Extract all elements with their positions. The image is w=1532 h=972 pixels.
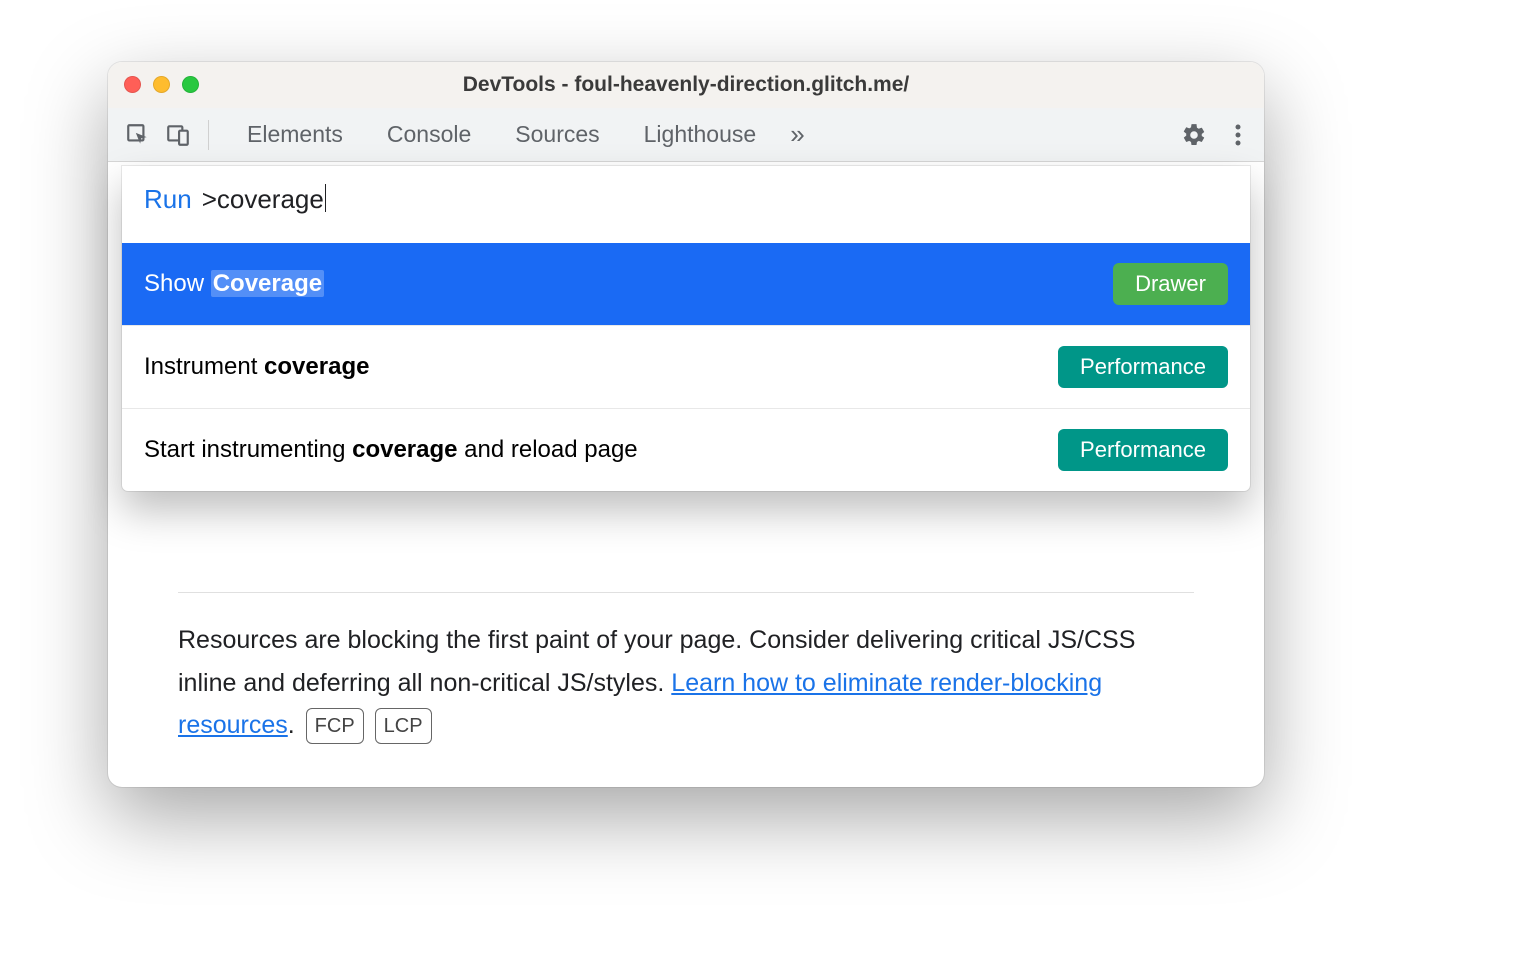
tab-sources[interactable]: Sources: [515, 121, 599, 148]
badge-drawer: Drawer: [1113, 263, 1228, 305]
maximize-window-button[interactable]: [182, 76, 199, 93]
devtools-toolbar: Elements Console Sources Lighthouse »: [108, 108, 1264, 162]
command-results-list: Show Coverage Drawer Instrument coverage…: [122, 243, 1250, 491]
divider: [178, 592, 1194, 593]
command-input-row[interactable]: Run >coverage: [122, 166, 1250, 243]
command-menu: Run >coverage Show Coverage Drawer Instr…: [122, 166, 1250, 491]
titlebar: DevTools - foul-heavenly-direction.glitc…: [108, 62, 1264, 108]
command-item-instrument-coverage[interactable]: Instrument coverage Performance: [122, 325, 1250, 408]
tab-lighthouse[interactable]: Lighthouse: [644, 121, 757, 148]
badge-performance: Performance: [1058, 429, 1228, 471]
minimize-window-button[interactable]: [153, 76, 170, 93]
device-toolbar-icon[interactable]: [158, 115, 198, 155]
devtools-tabs: Elements Console Sources Lighthouse: [247, 121, 756, 148]
toolbar-separator: [208, 120, 209, 150]
window-controls: [124, 76, 199, 93]
metric-badge-lcp: LCP: [375, 708, 432, 744]
text-caret: [325, 184, 326, 212]
tab-console[interactable]: Console: [387, 121, 471, 148]
window-title: DevTools - foul-heavenly-direction.glitc…: [108, 73, 1264, 97]
command-query-text: >coverage: [202, 184, 326, 215]
more-tabs-icon[interactable]: »: [790, 119, 804, 150]
command-prompt-label: Run: [144, 184, 192, 215]
command-item-show-coverage[interactable]: Show Coverage Drawer: [122, 243, 1250, 325]
close-window-button[interactable]: [124, 76, 141, 93]
tab-elements[interactable]: Elements: [247, 121, 343, 148]
badge-performance: Performance: [1058, 346, 1228, 388]
command-item-start-instrumenting[interactable]: Start instrumenting coverage and reload …: [122, 408, 1250, 491]
devtools-window: DevTools - foul-heavenly-direction.glitc…: [108, 62, 1264, 787]
metric-badge-fcp: FCP: [306, 708, 364, 744]
settings-gear-icon[interactable]: [1178, 119, 1210, 151]
inspect-element-icon[interactable]: [118, 115, 158, 155]
more-options-icon[interactable]: [1222, 119, 1254, 151]
